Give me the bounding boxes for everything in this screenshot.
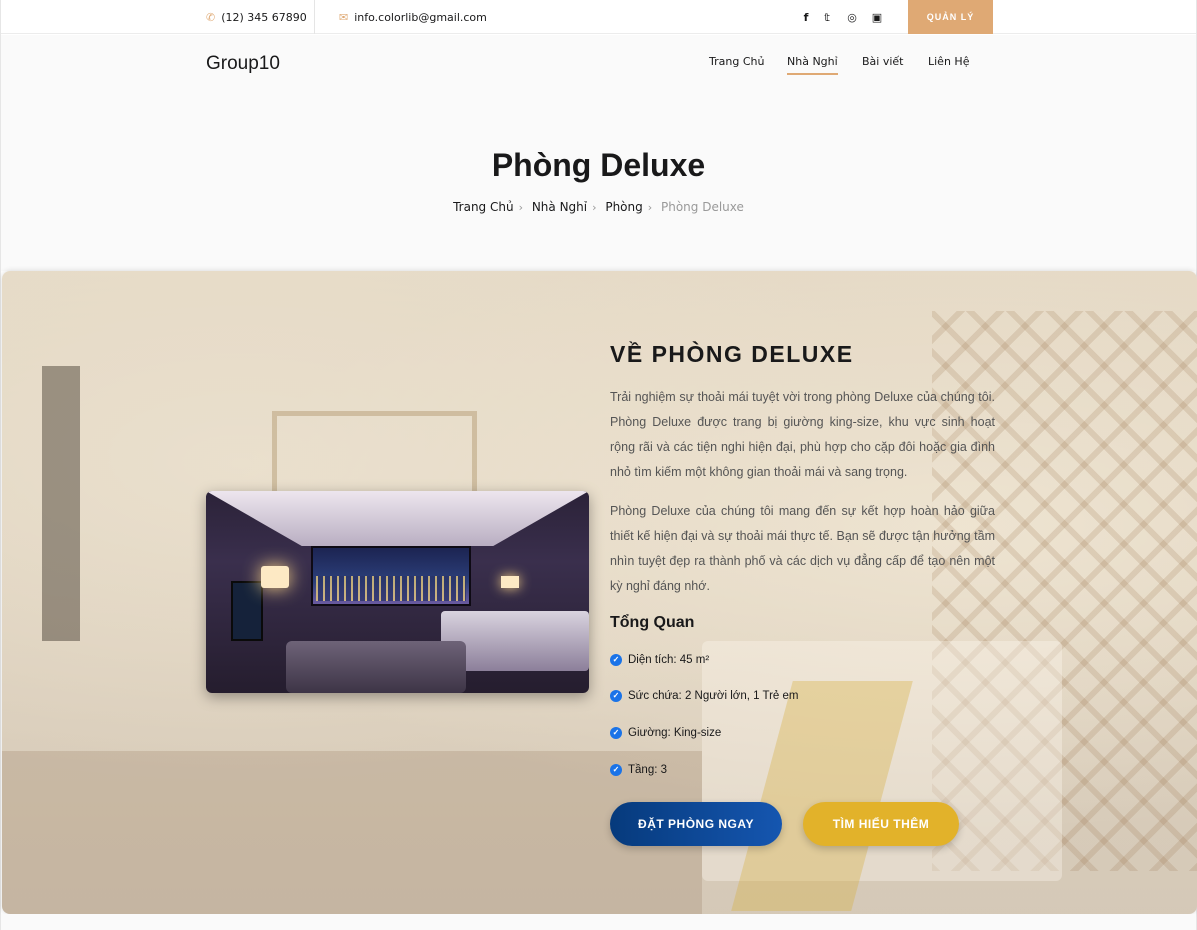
room-heading: VỀ PHÒNG DELUXE <box>610 341 854 367</box>
page-title: Phòng Deluxe <box>491 147 706 183</box>
breadcrumb-room[interactable]: Phòng <box>605 200 642 214</box>
chevron-right-icon: › <box>592 201 597 214</box>
page-hero: Phòng Deluxe Trang Chủ › Nhà Nghỉ › Phòng ›… <box>1 95 1196 271</box>
check-icon: ✓ <box>610 764 622 776</box>
email-contact[interactable]: ✉ info.colorlib@gmail.com <box>339 0 487 34</box>
phone-text: (12) 345 67890 <box>221 10 307 24</box>
background-painting <box>272 411 477 501</box>
chevron-right-icon: › <box>647 201 653 214</box>
site-logo[interactable]: Group10 <box>206 53 280 75</box>
room-description-2: Phòng Deluxe của chúng tôi mang đến sự k… <box>610 504 995 593</box>
photo-lamp <box>261 566 289 588</box>
feature-text: Diện tích: 45 m² <box>628 654 710 666</box>
phone-contact[interactable]: ✆ (12) 345 67890 <box>206 0 307 34</box>
feature-text: Tầng: 3 <box>628 764 667 776</box>
breadcrumb-home[interactable]: Trang Chủ <box>453 200 513 214</box>
feature-text: Sức chứa: 2 Người lớn, 1 Trẻ em <box>628 690 799 702</box>
room-description-1: Trải nghiệm sự thoải mái tuyệt vời trong… <box>610 390 995 479</box>
photo-ceiling <box>206 491 589 546</box>
main-nav: Group10 Trang Chủ Nhà Nghỉ Bài viết Liên… <box>1 35 1196 95</box>
feature-item: ✓ Diện tích: 45 m² <box>610 654 709 666</box>
photo-lamp-2 <box>501 576 519 588</box>
feature-item: ✓ Tầng: 3 <box>610 764 667 776</box>
breadcrumb: Trang Chủ › Nhà Nghỉ › Phòng › Phòng Deluxe <box>1 200 1196 214</box>
feature-item: ✓ Giường: King-size <box>610 727 721 739</box>
twitter-icon[interactable]: 𝕥 <box>815 11 839 24</box>
mail-icon: ✉ <box>339 10 349 24</box>
check-icon: ✓ <box>610 727 622 739</box>
breadcrumb-current: Phòng Deluxe <box>660 200 744 214</box>
email-text: info.colorlib@gmail.com <box>354 10 487 24</box>
chevron-right-icon: › <box>518 201 523 214</box>
feature-item: ✓ Sức chứa: 2 Người lớn, 1 Trẻ em <box>610 690 798 702</box>
photo-sofa <box>286 641 466 693</box>
book-now-button[interactable]: ĐẶT PHÒNG NGAY <box>610 802 782 846</box>
photo-tv <box>231 581 263 641</box>
nav-item-contact[interactable]: Liên Hệ <box>928 55 969 73</box>
page: ✆ (12) 345 67890 ✉ info.colorlib@gmail.c… <box>0 0 1197 930</box>
instagram-icon[interactable]: ▣ <box>865 11 889 24</box>
breadcrumb-motel[interactable]: Nhà Nghỉ <box>532 200 587 214</box>
photo-city-lights <box>316 576 466 601</box>
overview-title: Tổng Quan <box>610 614 695 631</box>
background-tv <box>42 366 80 641</box>
tripadvisor-icon[interactable]: ◎ <box>840 11 864 24</box>
top-bar: ✆ (12) 345 67890 ✉ info.colorlib@gmail.c… <box>1 0 1196 34</box>
room-section: VỀ PHÒNG DELUXE Trải nghiệm sự thoải mái… <box>2 271 1197 914</box>
admin-button[interactable]: QUẢN LÝ <box>908 0 993 34</box>
nav-item-blog[interactable]: Bài viết <box>862 55 904 73</box>
feature-text: Giường: King-size <box>628 727 722 739</box>
divider <box>314 0 315 34</box>
room-photo <box>206 491 589 693</box>
check-icon: ✓ <box>610 690 622 702</box>
phone-icon: ✆ <box>206 10 216 24</box>
check-icon: ✓ <box>610 654 622 666</box>
background-floor <box>2 751 702 914</box>
page-footer-gap <box>1 914 1196 930</box>
learn-more-button[interactable]: TÌM HIỂU THÊM <box>803 802 959 846</box>
nav-item-motel[interactable]: Nhà Nghỉ <box>787 55 838 75</box>
nav-item-home[interactable]: Trang Chủ <box>709 55 764 73</box>
